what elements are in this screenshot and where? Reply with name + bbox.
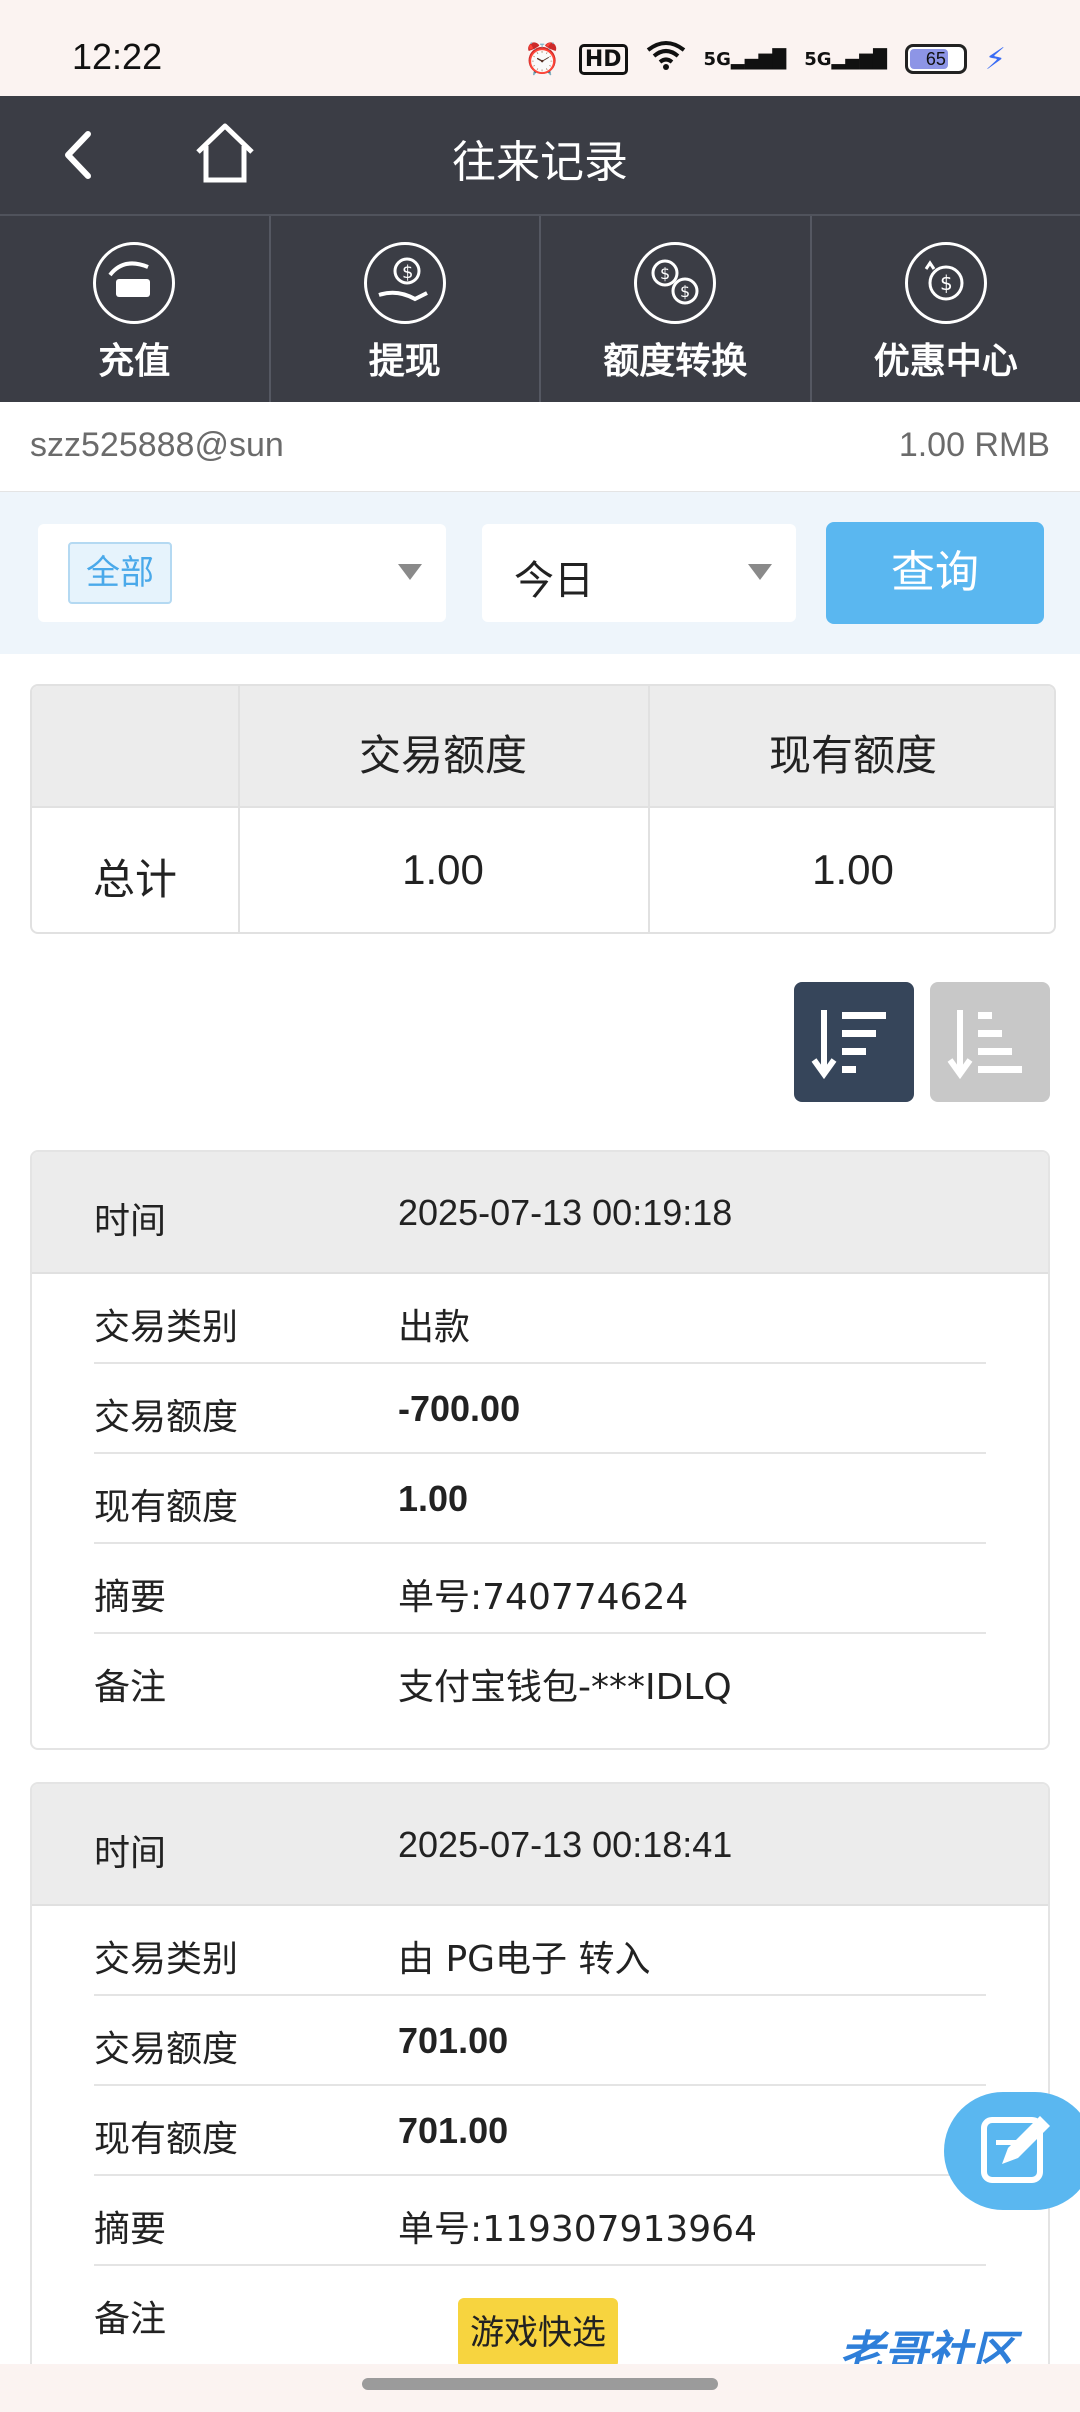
- record-row-label: 现有额度: [94, 2119, 239, 2160]
- account-bar: szz525888@sun 1.00 RMB: [0, 402, 1080, 492]
- record-row: 现有额度 1.00: [94, 1454, 986, 1544]
- record-time-value: 2025-07-13 00:19:18: [398, 1192, 733, 1233]
- network-type-1: 5G: [703, 48, 731, 70]
- svg-text:$: $: [402, 262, 413, 283]
- nav-exchange-label: 额度转换: [603, 341, 748, 382]
- record-time-label: 时间: [94, 1201, 167, 1242]
- record-time-row: 时间 2025-07-13 00:19:18: [32, 1152, 1048, 1274]
- network-type-2: 5G: [804, 48, 832, 70]
- totals-col-trade: 交易额度: [358, 731, 527, 780]
- record-row: 备注 支付宝钱包-***IDLQ: [94, 1634, 986, 1724]
- divider: [32, 806, 1054, 808]
- game-quick-select-button[interactable]: 游戏快选: [458, 2298, 618, 2368]
- battery-icon: 65: [904, 44, 967, 74]
- type-select-value: 全部: [68, 542, 172, 604]
- record-row: 交易类别 由 PG电子 转入: [94, 1906, 986, 1996]
- nav-withdraw[interactable]: $ 提现: [271, 216, 541, 402]
- status-icons: ⏰ HD 5G▂▄▆█ 5G▂▄▆█ 65 ⚡: [523, 40, 1006, 78]
- record-row-label: 交易额度: [94, 2029, 239, 2070]
- record-card: 时间 2025-07-13 00:19:18 交易类别 出款 交易额度 -700…: [30, 1150, 1050, 1750]
- nav-deposit[interactable]: 充值: [0, 216, 271, 402]
- signal-icon: 5G▂▄▆█: [703, 48, 787, 70]
- record-row-value: 701.00: [398, 2020, 509, 2061]
- home-indicator[interactable]: [362, 2378, 718, 2390]
- record-row-value: 单号:119307913964: [398, 2209, 757, 2250]
- nav-promo[interactable]: $ 优惠中心: [812, 216, 1080, 402]
- account-username: szz525888@sun: [30, 426, 284, 464]
- totals-table: 交易额度 现有额度 总计 1.00 1.00: [30, 684, 1056, 934]
- charging-icon: ⚡: [984, 41, 1006, 77]
- type-select[interactable]: 全部: [38, 524, 446, 622]
- totals-col-current: 现有额度: [768, 731, 937, 780]
- record-row: 交易额度 -700.00: [94, 1364, 986, 1454]
- date-select[interactable]: 今日: [482, 524, 796, 622]
- record-row: 摘要 单号:119307913964: [94, 2176, 986, 2266]
- status-time: 12:22: [72, 36, 163, 77]
- sort-desc-button[interactable]: [794, 982, 914, 1102]
- totals-trade-value: 1.00: [402, 846, 484, 893]
- totals-row-label: 总计: [92, 855, 177, 904]
- record-row-value: 由 PG电子 转入: [398, 1939, 651, 1980]
- record-row-value: 1.00: [398, 1478, 469, 1519]
- record-row-label: 备注: [94, 1667, 167, 1708]
- caret-down-icon: [748, 564, 772, 580]
- alarm-icon: ⏰: [523, 41, 561, 77]
- record-row-value: -700.00: [398, 1388, 521, 1429]
- battery-percent: 65: [925, 49, 946, 69]
- record-row-value: 支付宝钱包-***IDLQ: [398, 1667, 732, 1708]
- sort-desc-icon: [811, 1010, 886, 1080]
- nav-deposit-label: 充值: [98, 341, 171, 382]
- record-row-label: 摘要: [94, 1577, 167, 1618]
- nav-withdraw-label: 提现: [368, 341, 441, 382]
- record-time-row: 时间 2025-07-13 00:18:41: [32, 1784, 1048, 1906]
- record-row-label: 交易额度: [94, 1397, 239, 1438]
- sort-asc-icon: [947, 1010, 1022, 1080]
- app-header: 往来记录: [0, 96, 1080, 214]
- record-row: 交易类别 出款: [94, 1274, 986, 1364]
- quick-nav: 充值 $ 提现 $ $ 额度转换 $ 优惠中心: [0, 214, 1080, 402]
- record-row-value: 出款: [398, 1307, 471, 1348]
- deposit-icon: [93, 242, 176, 324]
- nav-promo-label: 优惠中心: [873, 341, 1018, 382]
- hd-icon: HD: [578, 43, 628, 75]
- edit-icon: [981, 2116, 1050, 2183]
- totals-current-value: 1.00: [812, 846, 894, 893]
- record-row: 摘要 单号:740774624: [94, 1544, 986, 1634]
- signal-icon: 5G▂▄▆█: [804, 48, 887, 70]
- status-bar: 12:22 ⏰ HD 5G▂▄▆█ 5G▂▄▆█ 65 ⚡: [0, 0, 1080, 96]
- record-row-label: 备注: [94, 2299, 167, 2340]
- wifi-icon: [646, 40, 686, 78]
- record-row-value: 单号:740774624: [398, 1577, 689, 1618]
- svg-text:$: $: [940, 271, 953, 295]
- nav-exchange[interactable]: $ $ 额度转换: [541, 216, 812, 402]
- record-time-value: 2025-07-13 00:18:41: [398, 1824, 733, 1865]
- account-balance: 1.00 RMB: [898, 426, 1050, 464]
- caret-down-icon: [398, 564, 422, 580]
- svg-text:$: $: [680, 282, 690, 301]
- record-row-label: 现有额度: [94, 1487, 239, 1528]
- svg-text:$: $: [660, 264, 670, 283]
- exchange-icon: $ $: [634, 242, 717, 324]
- record-row-value: 701.00: [398, 2110, 509, 2151]
- filter-bar: 全部 今日 查询: [0, 492, 1080, 654]
- feedback-fab-button[interactable]: [944, 2092, 1080, 2210]
- query-button[interactable]: 查询: [826, 522, 1044, 624]
- record-row: 现有额度 701.00: [94, 2086, 986, 2176]
- record-row-label: 摘要: [94, 2209, 167, 2250]
- record-time-label: 时间: [94, 1833, 167, 1874]
- record-row-label: 交易类别: [94, 1307, 239, 1348]
- record-row: 交易额度 701.00: [94, 1996, 986, 2086]
- page-title: 往来记录: [452, 137, 628, 188]
- date-select-value: 今日: [514, 558, 594, 604]
- withdraw-icon: $: [363, 242, 446, 324]
- record-row-label: 交易类别: [94, 1939, 239, 1980]
- promo-icon: $: [904, 242, 987, 324]
- sort-asc-button[interactable]: [930, 982, 1050, 1102]
